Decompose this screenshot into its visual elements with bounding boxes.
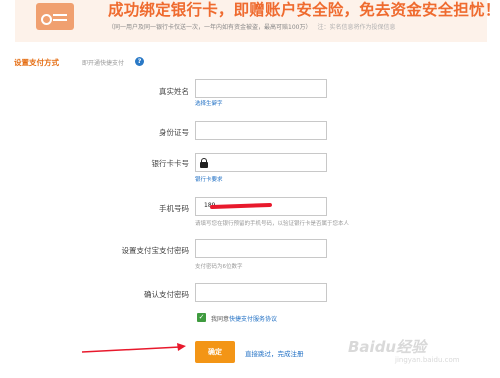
agreement-text: 我同意快捷支付服务协议 [211,314,277,323]
card-number-label: 银行卡卡号 [151,159,190,168]
agreement-prefix: 我同意 [211,316,230,323]
help-icon[interactable]: ? [135,57,144,66]
redaction-mark [209,202,273,210]
card-requirements-link[interactable]: 银行卡要求 [195,175,223,183]
phone-hint: 请填写您在银行预留的手机号码，以验证银行卡是否属于您本人 [195,221,350,227]
id-number-label: 身份证号 [159,128,189,137]
id-number-input[interactable] [195,121,327,140]
promo-banner: 成功绑定银行卡，即赠账户安全险，免去资金安全担忧！ （同一用户及同一银行卡仅送一… [15,0,500,42]
watermark-url: jingyan.baidu.com [395,356,460,364]
pay-password-input[interactable] [195,239,327,258]
rare-character-link[interactable]: 选择生僻字 [195,99,223,107]
banner-subtitle: （同一用户及同一银行卡仅送一次，一年内如有资金被盗，最高可赔100万） 注：实名信… [108,22,395,31]
banner-note: 注：实名信息将作为投保信息 [317,24,396,31]
real-name-label: 真实姓名 [159,87,189,96]
lock-icon [200,158,208,168]
confirm-password-label: 确认支付密码 [144,290,189,299]
phone-input[interactable]: 189 [195,197,327,216]
annotation-arrow [81,343,186,353]
real-name-input[interactable] [195,79,327,98]
confirm-button[interactable]: 确定 [195,341,235,363]
watermark: Baidu经验 [348,338,427,356]
bank-card-icon [36,3,74,30]
section-title: 设置支付方式 [14,58,59,67]
pay-password-label: 设置支付宝支付密码 [121,246,190,255]
skip-registration-link[interactable]: 直接跳过，完成注册 [245,348,304,358]
banner-subtitle-text: （同一用户及同一银行卡仅送一次，一年内如有资金被盗，最高可赔100万） [108,24,312,31]
banner-title: 成功绑定银行卡，即赠账户安全险，免去资金安全担忧！ [108,1,500,19]
confirm-password-input[interactable] [195,283,327,302]
pay-password-hint: 支付密码为6位数字 [195,264,243,270]
agreement-checkbox[interactable]: ✓ [197,313,206,322]
card-number-input[interactable] [195,153,327,172]
phone-label: 手机号码 [159,204,189,213]
section-hint: 即开通快捷支付 [82,60,125,67]
agreement-link[interactable]: 快捷支付服务协议 [229,316,277,323]
